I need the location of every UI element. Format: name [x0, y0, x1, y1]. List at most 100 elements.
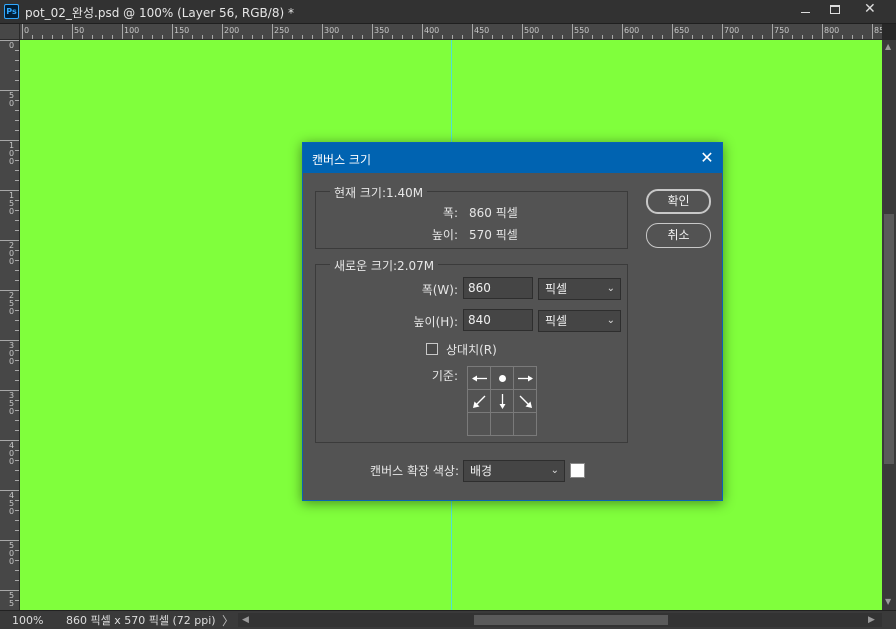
- current-size-legend: 현재 크기:1.40M: [330, 184, 428, 201]
- ruler-label: 450: [8, 491, 15, 516]
- ruler-tick: [522, 24, 523, 39]
- maximize-icon: [830, 5, 840, 14]
- relative-label[interactable]: 상대치(R): [446, 341, 497, 358]
- anchor-cell-top-right[interactable]: [514, 367, 537, 390]
- scroll-left-icon[interactable]: ◀: [242, 613, 249, 627]
- horizontal-scroll-thumb[interactable]: [474, 615, 668, 625]
- anchor-dot-icon: [499, 375, 506, 382]
- ruler-tick: [572, 24, 573, 39]
- ruler-label: 150: [8, 191, 15, 216]
- new-size-legend: 새로운 크기:2.07M: [330, 257, 439, 274]
- status-menu-arrow-icon[interactable]: 〉: [222, 612, 234, 629]
- ruler-label: 750: [774, 26, 790, 35]
- close-window-button[interactable]: ✕: [850, 0, 890, 20]
- relative-checkbox[interactable]: [426, 343, 438, 355]
- anchor-cell-top-center[interactable]: [491, 367, 514, 390]
- vertical-ruler[interactable]: 0 50 100 150 200 250 300 350 400 450 500 55: [0, 40, 20, 610]
- cancel-button[interactable]: 취소: [646, 223, 711, 248]
- arrow-right-icon: [518, 375, 533, 382]
- anchor-cell-middle-right[interactable]: [514, 390, 537, 413]
- zoom-level-field[interactable]: 100%: [4, 613, 50, 628]
- scroll-down-icon[interactable]: ▼: [885, 597, 891, 606]
- ruler-label: 500: [8, 541, 15, 566]
- anchor-cell-bottom-left[interactable]: [468, 413, 491, 436]
- ruler-label: 250: [8, 291, 15, 316]
- width-unit-select[interactable]: 픽셀 ⌄: [538, 278, 621, 300]
- ruler-tick: [122, 24, 123, 39]
- chevron-down-icon: ⌄: [550, 465, 559, 476]
- minimize-button[interactable]: [790, 0, 820, 20]
- extension-color-label: 캔버스 확장 색상:: [370, 464, 459, 478]
- ruler-label: 200: [8, 241, 15, 266]
- dialog-close-button[interactable]: ✕: [697, 148, 717, 168]
- current-height-value: 570 픽셀: [469, 228, 518, 242]
- ruler-label: 100: [8, 141, 15, 166]
- ruler-tick: [822, 24, 823, 39]
- ruler-tick: [172, 24, 173, 39]
- anchor-cell-bottom-center[interactable]: [491, 413, 514, 436]
- extension-color-select[interactable]: 배경 ⌄: [463, 460, 565, 482]
- anchor-cell-bottom-right[interactable]: [514, 413, 537, 436]
- horizontal-scrollbar[interactable]: ◀ ▶: [238, 613, 882, 627]
- ruler-label: 450: [474, 26, 490, 35]
- ruler-label: 300: [8, 341, 15, 366]
- vertical-scroll-thumb[interactable]: [884, 214, 894, 464]
- ruler-label: 0: [8, 41, 15, 50]
- scroll-up-icon[interactable]: ▲: [885, 42, 891, 51]
- width-input[interactable]: 860: [463, 277, 533, 299]
- ruler-label: 50: [8, 91, 15, 108]
- dialog-title-bar[interactable]: 캔버스 크기 ✕: [303, 143, 722, 173]
- arrow-down-right-icon: [519, 395, 532, 408]
- ruler-origin[interactable]: [0, 24, 20, 40]
- current-size-group: 현재 크기:1.40M 폭: 860 픽셀 높이: 570 픽셀: [315, 184, 628, 249]
- anchor-cell-top-left[interactable]: [468, 367, 491, 390]
- arrow-down-left-icon: [473, 395, 486, 408]
- close-icon: ✕: [700, 148, 714, 167]
- document-info: 860 픽셀 x 570 픽셀 (72 ppi): [66, 614, 216, 627]
- ruler-label: 700: [724, 26, 740, 35]
- ruler-tick: [872, 24, 873, 39]
- horizontal-ruler[interactable]: 0 50 100 150 200 250 300 350 400 450 500 550 600 650 7…: [20, 24, 882, 40]
- height-unit-value: 픽셀: [545, 314, 568, 328]
- ruler-tick: [322, 24, 323, 39]
- arrow-down-icon: [499, 394, 506, 409]
- vertical-scrollbar[interactable]: ▲ ▼: [882, 40, 896, 610]
- ruler-tick: [372, 24, 373, 39]
- title-bar: Ps pot_02_완성.psd @ 100% (Layer 56, RGB/8…: [0, 0, 896, 24]
- dialog-title: 캔버스 크기: [312, 153, 372, 167]
- ruler-label: 400: [424, 26, 440, 35]
- ruler-label: 800: [824, 26, 840, 35]
- anchor-cell-middle-left[interactable]: [468, 390, 491, 413]
- height-input[interactable]: 840: [463, 309, 533, 331]
- ruler-label: 550: [574, 26, 590, 35]
- anchor-cell-middle-center[interactable]: [491, 390, 514, 413]
- extension-color-swatch[interactable]: [570, 463, 585, 478]
- ruler-label: 250: [274, 26, 290, 35]
- scroll-right-icon[interactable]: ▶: [868, 613, 875, 627]
- ruler-tick: [72, 24, 73, 39]
- ruler-label: 200: [224, 26, 240, 35]
- minimize-icon: [801, 12, 810, 13]
- ruler-label: 650: [674, 26, 690, 35]
- ok-button[interactable]: 확인: [646, 189, 711, 214]
- ruler-tick: [622, 24, 623, 39]
- ruler-tick: [422, 24, 423, 39]
- ruler-label: 350: [374, 26, 390, 35]
- height-unit-select[interactable]: 픽셀 ⌄: [538, 310, 621, 332]
- anchor-grid[interactable]: [467, 366, 537, 436]
- ruler-label: 50: [74, 26, 85, 35]
- new-height-label: 높이(H):: [413, 315, 458, 329]
- canvas-size-dialog: 캔버스 크기 ✕ 현재 크기:1.40M 폭: 860 픽셀 높이: 570 픽…: [302, 142, 723, 501]
- ruler-tick: [472, 24, 473, 39]
- ruler-label: 300: [324, 26, 340, 35]
- new-width-label: 폭(W):: [421, 283, 458, 297]
- arrow-left-icon: [472, 375, 487, 382]
- photoshop-app-icon: Ps: [4, 4, 19, 19]
- ruler-label: 150: [174, 26, 190, 35]
- ruler-label: 85: [874, 26, 882, 35]
- ruler-tick: [772, 24, 773, 39]
- ruler-tick: [672, 24, 673, 39]
- extension-color-value: 배경: [470, 464, 493, 478]
- maximize-button[interactable]: [820, 0, 850, 20]
- close-icon: ✕: [864, 1, 876, 17]
